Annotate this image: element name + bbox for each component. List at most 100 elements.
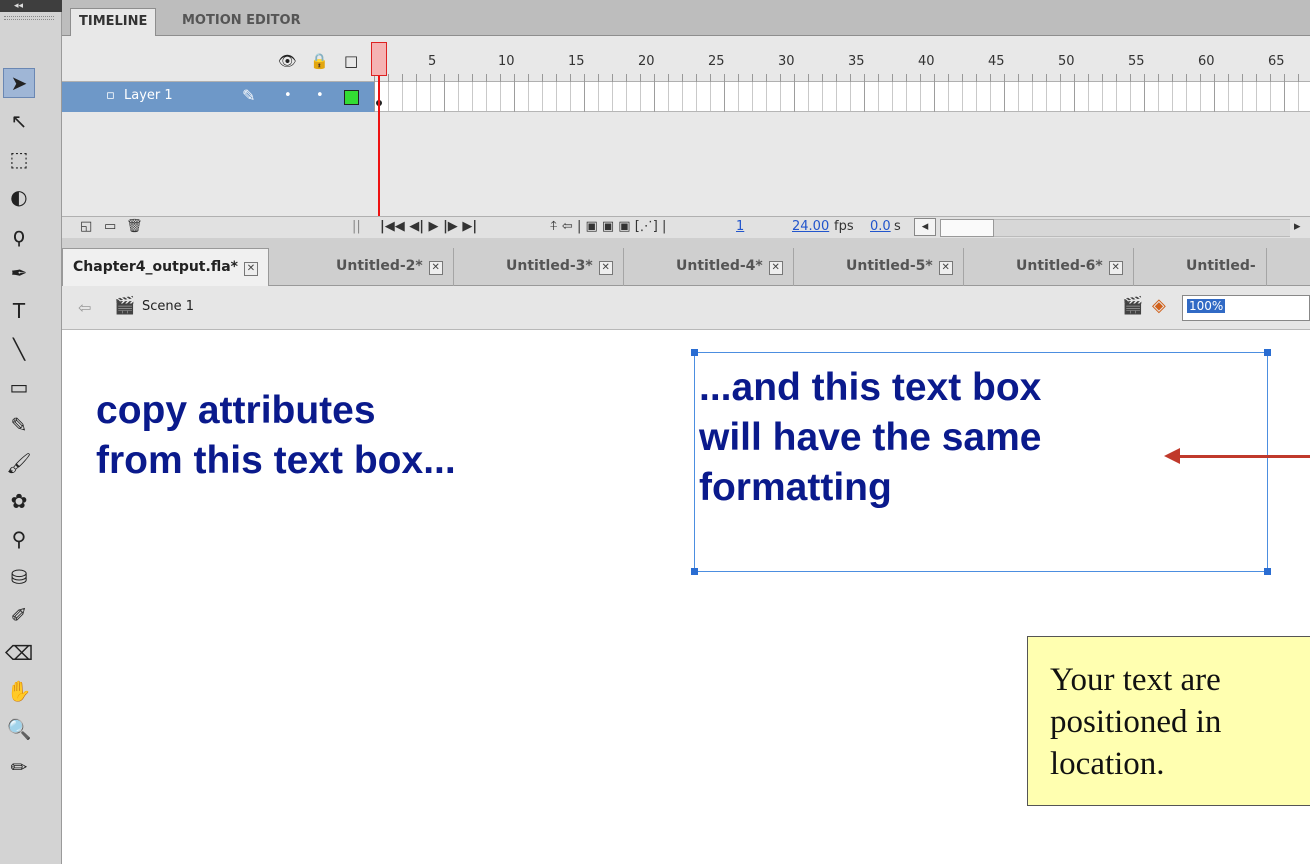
visibility-dot[interactable]: • — [284, 88, 292, 103]
handle-bottom-right[interactable] — [1264, 568, 1271, 575]
target-text-line-2: will have the same — [699, 416, 1042, 459]
layer-outline-color[interactable] — [344, 90, 359, 105]
paint-bucket-tool-icon[interactable]: ⛁ — [3, 562, 35, 592]
new-layer-icon[interactable]: ◱ — [80, 219, 92, 234]
source-text-box[interactable]: copy attributes from this text box... — [96, 386, 456, 486]
frame-number: 50 — [1058, 54, 1075, 69]
source-text-line-1: copy attributes — [96, 389, 376, 432]
deco-tool-icon[interactable]: ✿ — [3, 486, 35, 516]
handle-top-left[interactable] — [691, 349, 698, 356]
frame-number: 30 — [778, 54, 795, 69]
layer-name[interactable]: Layer 1 — [124, 88, 173, 103]
document-tab[interactable]: Chapter4_output.fla* ✕ — [62, 248, 269, 286]
tools-panel: ◂◂ ➤ ↖ ⬚ ◐ ϙ ✒ T ╲ ▭ ✎ 🖌 ✿ ⚲ ⛁ ✐ ⌫ ✋ 🔍 ✏ — [0, 0, 62, 864]
frame-number: 65 — [1268, 54, 1285, 69]
collapse-tools-button[interactable]: ◂◂ — [0, 0, 62, 12]
frame-rate-value[interactable]: 24.00 — [792, 219, 829, 234]
document-tab-label: Untitled-6* — [1016, 258, 1103, 274]
handle-bottom-left[interactable] — [691, 568, 698, 575]
stroke-color-tool-icon[interactable]: ✏ — [3, 752, 35, 782]
pencil-tool-icon[interactable]: ✎ — [3, 410, 35, 440]
close-tab-icon[interactable]: ✕ — [243, 262, 258, 276]
subselection-tool-icon[interactable]: ↖ — [3, 106, 35, 136]
document-tab[interactable]: Untitled- — [1176, 248, 1267, 286]
lock-dot[interactable]: • — [316, 88, 324, 103]
hand-tool-icon[interactable]: ✋ — [3, 676, 35, 706]
delete-layer-icon[interactable]: 🗑 — [126, 219, 143, 234]
document-tab-label: Chapter4_output.fla* — [73, 259, 238, 275]
bone-tool-icon[interactable]: ⚲ — [3, 524, 35, 554]
arrow-line — [1178, 455, 1310, 458]
close-tab-icon[interactable]: ✕ — [938, 261, 953, 275]
brush-tool-icon[interactable]: 🖌 — [3, 448, 35, 478]
splitter-grip[interactable]: || — [352, 219, 361, 234]
scroll-thumb[interactable] — [940, 219, 994, 237]
tab-motion-editor[interactable]: MOTION EDITOR — [174, 8, 309, 36]
stage[interactable]: copy attributes from this text box... ..… — [62, 330, 1310, 864]
document-tab[interactable]: Untitled-6* ✕ — [1006, 248, 1134, 286]
target-text-box[interactable]: ...and this text box will have the same … — [691, 349, 1271, 575]
frame-number: 45 — [988, 54, 1005, 69]
new-folder-icon[interactable]: ▭ — [104, 219, 116, 234]
close-tab-icon[interactable]: ✕ — [428, 261, 443, 275]
rectangle-tool-icon[interactable]: ▭ — [3, 372, 35, 402]
arrow-left-icon — [1164, 448, 1180, 464]
timeline-footer: ◱ ▭ 🗑 || |◀◀ ◀| ▶ |▶ ▶| ⍏ ⇦ | ▣ ▣ ▣ [⋰] … — [62, 216, 1310, 238]
edit-symbols-icon[interactable]: 🎬 — [1122, 296, 1143, 316]
tools-grip[interactable] — [4, 16, 54, 20]
elapsed-time-value[interactable]: 0.0 — [870, 219, 891, 234]
3d-rotation-tool-icon[interactable]: ◐ — [3, 182, 35, 212]
scene-label[interactable]: Scene 1 — [142, 299, 194, 314]
eye-icon[interactable]: 👁 — [278, 52, 297, 70]
elapsed-time-unit: s — [894, 219, 901, 234]
frame-number: 35 — [848, 54, 865, 69]
eraser-tool-icon[interactable]: ⌫ — [3, 638, 35, 668]
callout-note: Your text are positioned in location. — [1027, 636, 1310, 806]
selection-tool-icon[interactable]: ➤ — [3, 68, 35, 98]
tab-timeline[interactable]: TIMELINE — [70, 8, 157, 36]
text-tool-icon[interactable]: T — [3, 296, 35, 326]
playback-controls[interactable]: |◀◀ ◀| ▶ |▶ ▶| — [380, 219, 477, 234]
lasso-tool-icon[interactable]: ϙ — [3, 220, 35, 250]
ruler-ticks — [374, 74, 1310, 82]
lock-icon[interactable]: 🔒 — [310, 52, 329, 70]
frame-number: 5 — [428, 54, 437, 69]
layer-row[interactable]: ▫ Layer 1 ✎ • • — [62, 82, 374, 112]
edit-scene-icon[interactable]: ◈ — [1152, 295, 1166, 316]
back-arrow-icon[interactable]: ⇦ — [78, 298, 91, 317]
document-tab[interactable]: Untitled-3* ✕ — [496, 248, 624, 286]
document-tab-label: Untitled-3* — [506, 258, 593, 274]
onion-skin-controls[interactable]: ⍏ ⇦ | ▣ ▣ ▣ [⋰] | — [550, 219, 666, 234]
free-transform-tool-icon[interactable]: ⬚ — [3, 144, 35, 174]
target-text-line-1: ...and this text box — [699, 366, 1042, 409]
document-tab-bar: Chapter4_output.fla* ✕ Untitled-2* ✕ Untitle… — [62, 238, 1310, 286]
callout-line-1: Your text are — [1050, 662, 1221, 698]
frame-number: 25 — [708, 54, 725, 69]
scroll-left-button[interactable]: ◂ — [914, 218, 936, 236]
frame-number: 55 — [1128, 54, 1145, 69]
close-tab-icon[interactable]: ✕ — [1108, 261, 1123, 275]
scene-icon: 🎬 — [114, 296, 136, 316]
frame-number: 60 — [1198, 54, 1215, 69]
timeline-ruler[interactable]: 👁 🔒 □ l5101520253035404550556065 — [62, 36, 1310, 82]
current-frame[interactable]: 1 — [736, 219, 744, 234]
scroll-right-button[interactable]: ▸ — [1294, 219, 1301, 234]
target-text-line-3: formatting — [699, 466, 892, 509]
layer-icon: ▫ — [106, 88, 115, 103]
line-tool-icon[interactable]: ╲ — [3, 334, 35, 364]
document-tab[interactable]: Untitled-2* ✕ — [326, 248, 454, 286]
playhead[interactable] — [371, 42, 387, 76]
outline-icon[interactable]: □ — [344, 52, 358, 70]
close-tab-icon[interactable]: ✕ — [768, 261, 783, 275]
scroll-track[interactable] — [994, 219, 1290, 237]
document-tab-label: Untitled- — [1186, 258, 1256, 274]
pen-tool-icon[interactable]: ✒ — [3, 258, 35, 288]
document-tab[interactable]: Untitled-5* ✕ — [836, 248, 964, 286]
source-text-line-2: from this text box... — [96, 439, 456, 482]
handle-top-right[interactable] — [1264, 349, 1271, 356]
close-tab-icon[interactable]: ✕ — [598, 261, 613, 275]
eyedropper-tool-icon[interactable]: ✐ — [3, 600, 35, 630]
zoom-tool-icon[interactable]: 🔍 — [3, 714, 35, 744]
document-tab[interactable]: Untitled-4* ✕ — [666, 248, 794, 286]
zoom-field[interactable]: 100% — [1182, 295, 1310, 321]
